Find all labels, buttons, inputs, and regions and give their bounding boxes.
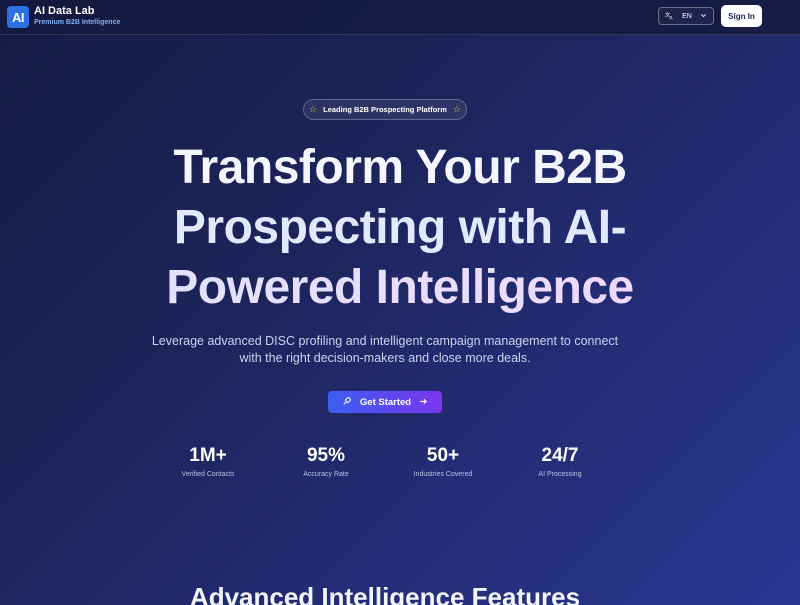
hero-title-line-2: Prospecting with AI- <box>173 201 627 254</box>
hero-badge: ☆ Leading B2B Prospecting Platform ☆ <box>303 99 467 120</box>
stat-ai-processing: 24/7 AI Processing <box>505 444 615 478</box>
stat-value: 50+ <box>426 445 460 466</box>
stat-value: 95% <box>306 445 346 466</box>
sign-in-button[interactable]: Sign In <box>721 5 762 27</box>
stat-label: AI Processing <box>538 471 582 478</box>
hero-subtitle: Leverage advanced DISC profiling and int… <box>151 334 619 365</box>
star-icon: ☆ <box>452 104 461 114</box>
top-nav-bar: AI AI Data Lab Premium B2B Intelligence … <box>0 0 800 35</box>
svg-text:A: A <box>670 15 674 19</box>
stat-accuracy-rate: 95% Accuracy Rate <box>271 444 381 478</box>
rocket-icon <box>342 396 352 408</box>
stat-label: Verified Contacts <box>181 471 235 478</box>
stat-verified-contacts: 1M+ Verified Contacts <box>153 444 263 478</box>
brand-tagline: Premium B2B Intelligence <box>34 19 121 26</box>
stat-value: 1M+ <box>189 445 227 466</box>
get-started-button[interactable]: Get Started <box>328 391 442 413</box>
translate-icon: 文 A <box>665 10 674 22</box>
language-code: EN <box>682 12 692 20</box>
star-icon: ☆ <box>309 104 318 114</box>
logo-text: AI <box>12 9 25 25</box>
stat-value: 24/7 <box>541 445 579 466</box>
badge-text: Leading B2B Prospecting Platform <box>323 105 447 114</box>
hero-title: Transform Your B2B Prospecting with AI- … <box>90 138 710 318</box>
hero-title-line-1: Transform Your B2B <box>173 141 627 194</box>
get-started-label: Get Started <box>359 396 412 408</box>
chevron-down-icon <box>700 12 707 21</box>
arrow-right-icon <box>419 397 428 408</box>
hero-title-line-3: Powered Intelligence <box>90 258 710 318</box>
language-selector[interactable]: 文 A EN <box>658 7 714 25</box>
stat-label: Industries Covered <box>413 471 473 478</box>
stat-industries-covered: 50+ Industries Covered <box>388 444 498 478</box>
features-section-heading: Advanced Intelligence Features <box>189 582 581 605</box>
brand-name[interactable]: AI Data Lab <box>34 5 95 17</box>
brand-logo[interactable]: AI <box>7 6 29 28</box>
stat-label: Accuracy Rate <box>303 471 349 478</box>
